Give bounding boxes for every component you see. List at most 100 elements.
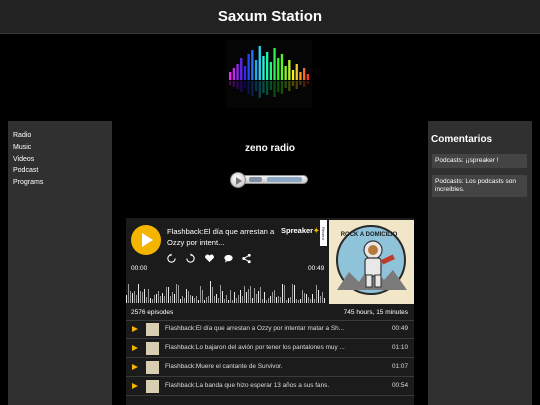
nav-item-podcast[interactable]: Podcast <box>13 165 112 177</box>
waveform-bar <box>146 297 148 303</box>
waveform-bar <box>248 289 250 303</box>
waveform-bar <box>226 295 228 303</box>
waveform-bar <box>210 281 212 303</box>
waveform-bar <box>180 298 182 303</box>
spreaker-player: Flashback:El día que arrestan a Ozzy por… <box>126 218 414 405</box>
equalizer-reflection <box>291 81 295 86</box>
equalizer-bar <box>247 54 250 80</box>
waveform-bar <box>300 299 302 303</box>
episode-row[interactable]: Flashback:El día que arrestan a Ozzy por… <box>126 321 414 339</box>
waveform-bar <box>244 286 246 303</box>
waveform-bar <box>284 284 286 303</box>
waveform-bar <box>152 299 154 303</box>
volume-icon[interactable] <box>249 177 262 182</box>
waveform-bar <box>306 294 308 303</box>
waveform-bar <box>238 294 240 303</box>
equalizer-reflection <box>251 81 254 96</box>
waveform-bar <box>140 290 142 303</box>
waveform-bar <box>194 297 196 303</box>
episode-row-title[interactable]: Flashback:La banda que hizo esperar 13 a… <box>165 382 365 389</box>
waveform-bar <box>230 290 232 303</box>
waveform-bar <box>170 296 172 303</box>
radio-play-button[interactable] <box>230 172 246 188</box>
equalizer-bar <box>262 56 265 80</box>
header-bar: Saxum Station <box>0 0 540 34</box>
play-button[interactable] <box>131 225 161 255</box>
waveform-bar <box>198 299 200 303</box>
forward-icon[interactable] <box>185 251 196 263</box>
waveform-bar <box>222 290 224 303</box>
waveform-bar <box>166 287 168 303</box>
waveform-bar <box>200 286 202 303</box>
comment-icon[interactable] <box>223 251 234 263</box>
art-text: ROCK A DOMICILIO <box>341 232 398 238</box>
time-elapsed: 00:00 <box>131 265 148 272</box>
episode-row[interactable]: Flashback:Lo bajaron del avión por tener… <box>126 340 414 358</box>
astronaut-illustration: ROCK A DOMICILIO <box>329 220 414 304</box>
waveform-bar <box>318 289 320 303</box>
episode-title[interactable]: Flashback:El día que arrestan a Ozzy por… <box>167 226 275 248</box>
waveform-bar <box>216 294 218 303</box>
equalizer-bar <box>254 60 258 80</box>
site-title: Saxum Station <box>217 8 323 25</box>
nav-item-programs[interactable]: Programs <box>13 177 112 189</box>
heart-icon[interactable] <box>204 251 215 263</box>
waveform-bar <box>192 295 194 303</box>
equalizer-reflection <box>288 81 291 91</box>
episode-row-title[interactable]: Flashback:El día que arrestan a Ozzy por… <box>165 325 365 332</box>
nav-item-radio[interactable]: Radio <box>13 130 112 142</box>
radio-player <box>230 172 310 188</box>
rewind-icon[interactable] <box>166 251 177 263</box>
equalizer-bar <box>266 52 269 80</box>
spreaker-logo[interactable]: Spreaker✦ <box>281 226 319 235</box>
equalizer-graphic <box>229 46 309 98</box>
waveform-scrubber[interactable] <box>126 273 326 303</box>
share-icon[interactable] <box>241 251 252 264</box>
waveform-bar <box>196 296 198 303</box>
waveform-bar <box>314 299 316 303</box>
waveform-bar <box>310 299 312 303</box>
waveform-bar <box>288 297 290 303</box>
episode-play-icon[interactable] <box>132 345 138 351</box>
waveform-bar <box>316 285 318 303</box>
comment-card[interactable]: Podcasts: Los podcasts son increíbles. <box>432 175 527 197</box>
equalizer-reflection <box>240 81 243 92</box>
episode-row-title[interactable]: Flashback:Lo bajaron del avión por tener… <box>165 344 365 351</box>
episode-play-icon[interactable] <box>132 364 138 370</box>
equalizer-bar <box>291 70 295 80</box>
waveform-bar <box>128 283 130 303</box>
waveform-bar <box>190 294 192 303</box>
waveform-bar <box>202 290 204 303</box>
equalizer-reflection <box>280 81 284 94</box>
waveform-bar <box>264 291 266 303</box>
spreaker-brand-text: Spreaker <box>281 226 314 235</box>
episode-row[interactable]: Flashback:Muere el cantante de Survivor.… <box>126 359 414 377</box>
waveform-bar <box>208 295 210 303</box>
episode-row-duration: 01:07 <box>392 363 408 370</box>
comment-card[interactable]: Podcasts: ¡¡spreaker ! <box>432 154 527 168</box>
volume-slider[interactable] <box>267 177 302 182</box>
waveform-bar <box>224 299 226 303</box>
waveform-bar <box>236 297 238 303</box>
waveform-bar <box>298 299 300 303</box>
episode-play-icon[interactable] <box>132 326 138 332</box>
episode-thumbnail <box>146 342 159 355</box>
episode-row-duration: 00:54 <box>392 382 408 389</box>
equalizer-reflection <box>299 81 302 85</box>
episode-thumbnail <box>146 323 159 336</box>
waveform-bar <box>240 289 242 303</box>
waveform-bar <box>274 289 276 303</box>
waveform-bar <box>254 288 256 303</box>
waveform-bar <box>302 289 304 303</box>
waveform-bar <box>188 290 190 303</box>
waveform-bar <box>158 290 160 303</box>
nav-item-videos[interactable]: Videos <box>13 154 112 166</box>
episode-row-duration: 00:49 <box>392 325 408 332</box>
waveform-bar <box>278 296 280 303</box>
episode-play-icon[interactable] <box>132 383 138 389</box>
equalizer-bar <box>280 54 284 80</box>
waveform-bar <box>252 298 254 303</box>
nav-item-music[interactable]: Music <box>13 142 112 154</box>
episode-row[interactable]: Flashback:La banda que hizo esperar 13 a… <box>126 378 414 396</box>
episode-row-title[interactable]: Flashback:Muere el cantante de Survivor. <box>165 363 365 370</box>
